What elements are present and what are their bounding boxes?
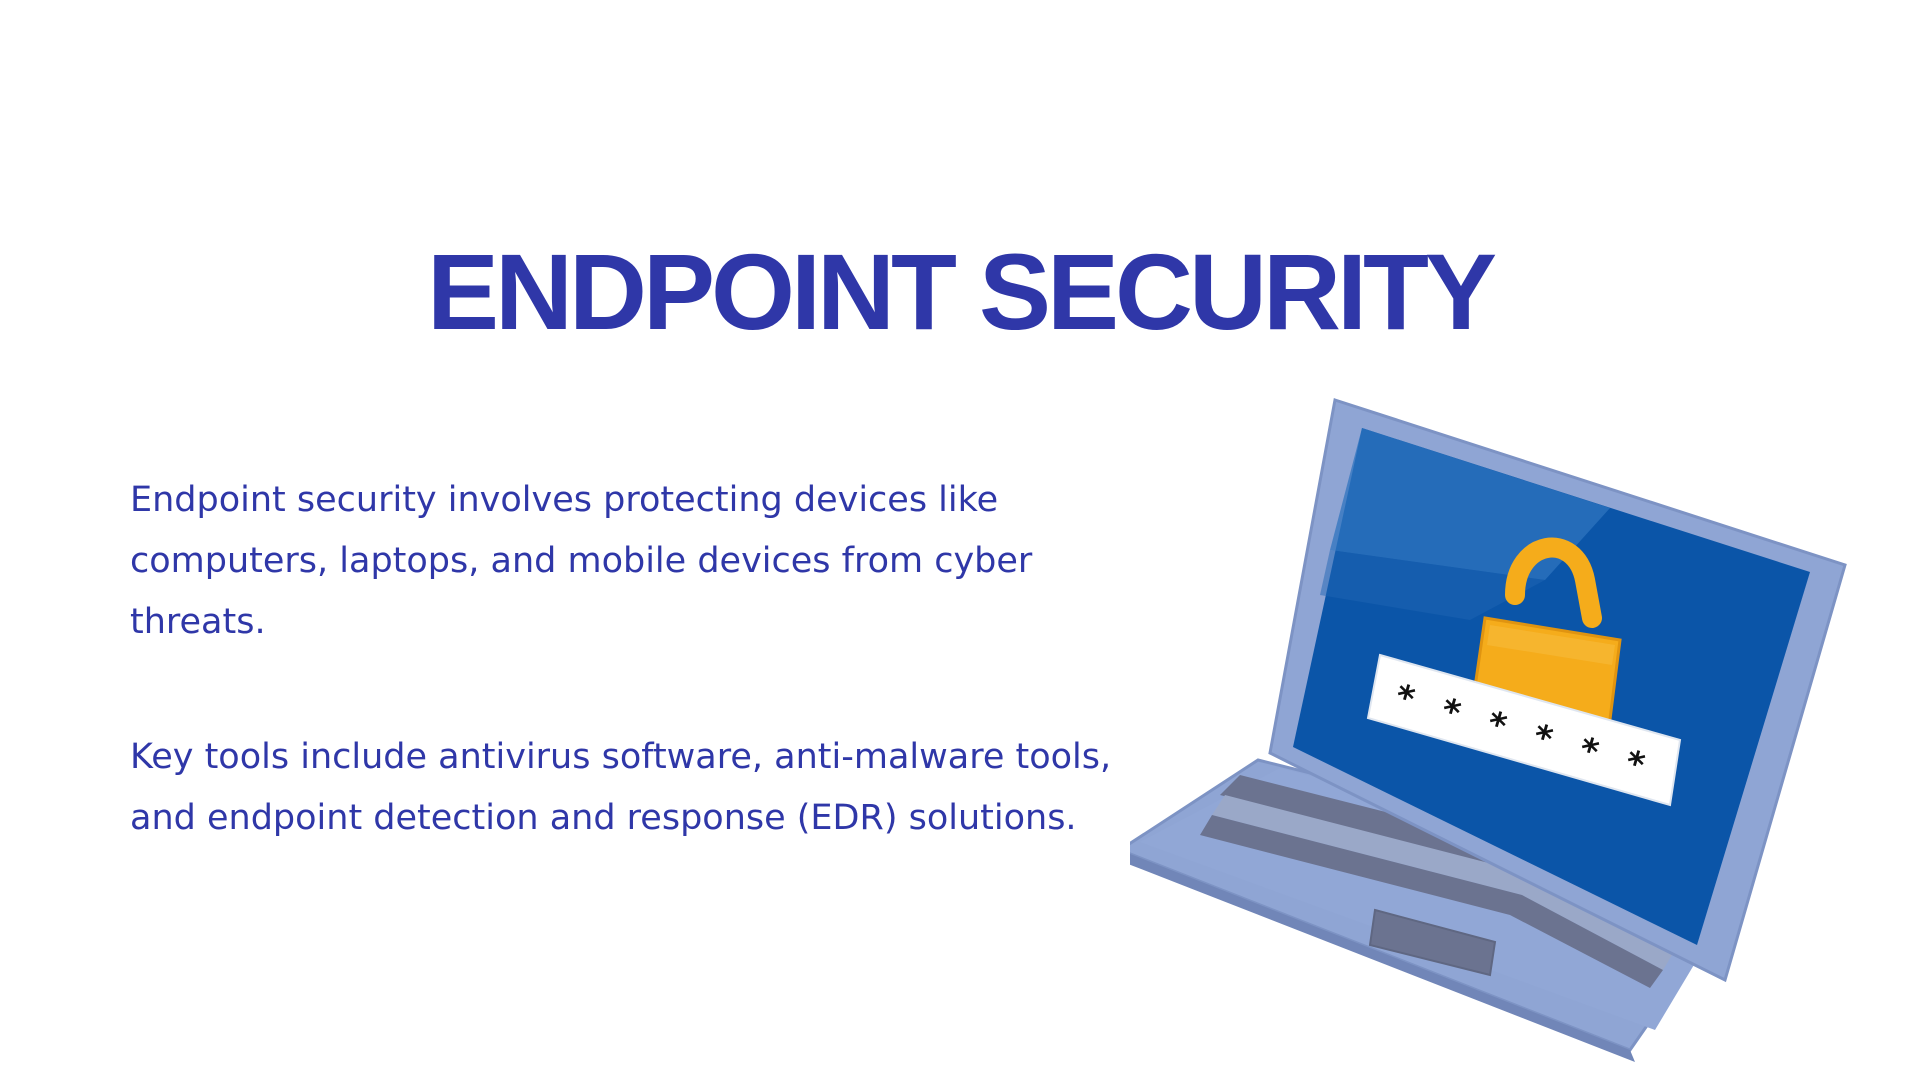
- body-paragraph-key-tools: Key tools include antivirus software, an…: [130, 737, 1112, 838]
- slide: ENDPOINT SECURITY Endpoint security invo…: [0, 0, 1920, 1080]
- laptop-lock-illustration: * * * * * *: [1130, 398, 1847, 1062]
- slide-title: ENDPOINT SECURITY: [426, 231, 1497, 352]
- body-paragraph-definition: Endpoint security involves protecting de…: [130, 480, 1033, 642]
